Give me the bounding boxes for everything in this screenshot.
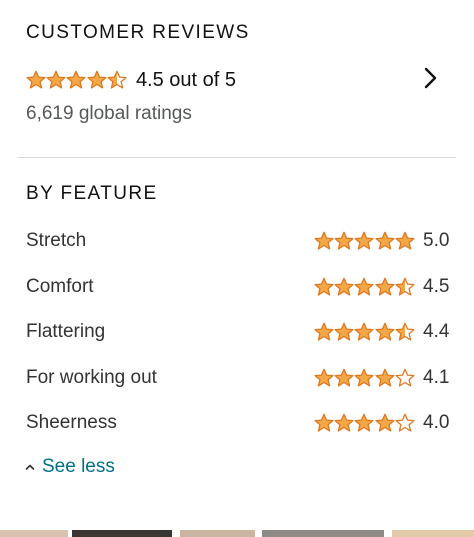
feature-row-for-working-out: For working out 4.1 bbox=[26, 364, 450, 410]
full-star-icon bbox=[375, 231, 395, 250]
feature-rating-value: 4.4 bbox=[423, 321, 450, 342]
full-star-icon bbox=[314, 413, 334, 432]
overall-star-rating bbox=[26, 70, 127, 90]
feature-row-comfort: Comfort 4.5 bbox=[26, 273, 450, 319]
feature-star-rating bbox=[314, 413, 415, 433]
full-star-icon bbox=[354, 368, 374, 387]
full-star-icon bbox=[314, 277, 334, 296]
full-star-icon bbox=[334, 322, 354, 341]
caret-up-icon bbox=[25, 464, 35, 470]
full-star-icon bbox=[354, 277, 374, 296]
feature-star-rating bbox=[314, 322, 415, 342]
feature-rating-value: 5.0 bbox=[423, 230, 450, 251]
review-image-thumbnail[interactable] bbox=[180, 530, 255, 537]
full-star-icon bbox=[314, 231, 334, 250]
customer-reviews-panel: CUSTOMER REVIEWS 4.5 out of 5 6,619 glob… bbox=[0, 0, 474, 537]
rating-out-of-text: 4.5 out of 5 bbox=[135, 68, 237, 91]
full-star-icon bbox=[354, 413, 374, 432]
full-star-icon bbox=[395, 231, 415, 250]
feature-row-flattering: Flattering 4.4 bbox=[26, 318, 450, 364]
by-feature-heading: BY FEATURE bbox=[26, 183, 158, 204]
review-image-thumbnail[interactable] bbox=[72, 530, 172, 537]
see-less-link[interactable]: See less bbox=[24, 456, 115, 478]
full-star-icon bbox=[334, 231, 354, 250]
review-image-strip bbox=[0, 530, 474, 537]
empty-star-icon bbox=[395, 368, 415, 387]
full-star-icon bbox=[354, 322, 374, 341]
feature-star-rating bbox=[314, 231, 415, 251]
review-image-thumbnail[interactable] bbox=[262, 530, 384, 537]
full-star-icon bbox=[375, 277, 395, 296]
feature-star-rating bbox=[314, 277, 415, 297]
see-less-label: See less bbox=[42, 456, 115, 477]
half-star-icon bbox=[107, 70, 127, 89]
feature-star-rating bbox=[314, 368, 415, 388]
feature-name: Stretch bbox=[26, 230, 87, 251]
full-star-icon bbox=[314, 368, 334, 387]
feature-name: Flattering bbox=[26, 321, 106, 342]
full-star-icon bbox=[334, 413, 354, 432]
full-star-icon bbox=[334, 368, 354, 387]
full-star-icon bbox=[87, 70, 107, 89]
full-star-icon bbox=[46, 70, 66, 89]
feature-row-sheerness: Sheerness 4.0 bbox=[26, 409, 450, 455]
full-star-icon bbox=[375, 413, 395, 432]
full-star-icon bbox=[66, 70, 86, 89]
half-star-icon bbox=[395, 322, 415, 341]
full-star-icon bbox=[26, 70, 46, 89]
overall-rating-row[interactable]: 4.5 out of 5 bbox=[26, 66, 456, 94]
half-star-icon bbox=[395, 277, 415, 296]
full-star-icon bbox=[375, 368, 395, 387]
feature-name: Sheerness bbox=[26, 412, 117, 433]
chevron-right-icon[interactable] bbox=[418, 66, 442, 90]
feature-rating-value: 4.0 bbox=[423, 412, 450, 433]
empty-star-icon bbox=[395, 413, 415, 432]
feature-name: Comfort bbox=[26, 275, 94, 297]
full-star-icon bbox=[314, 322, 334, 341]
review-image-thumbnail[interactable] bbox=[0, 530, 68, 537]
feature-ratings-list: Stretch 5.0 Comfort 4.5 Flattering 4.4 F… bbox=[26, 227, 450, 455]
global-ratings-count[interactable]: 6,619 global ratings bbox=[26, 103, 192, 125]
feature-row-stretch: Stretch 5.0 bbox=[26, 227, 450, 273]
review-image-thumbnail[interactable] bbox=[392, 530, 474, 537]
feature-name: For working out bbox=[26, 366, 157, 388]
section-divider bbox=[18, 157, 456, 158]
feature-rating-value: 4.5 bbox=[423, 275, 450, 297]
full-star-icon bbox=[375, 322, 395, 341]
customer-reviews-heading: CUSTOMER REVIEWS bbox=[26, 22, 250, 43]
full-star-icon bbox=[334, 277, 354, 296]
feature-rating-value: 4.1 bbox=[423, 366, 450, 388]
full-star-icon bbox=[354, 231, 374, 250]
